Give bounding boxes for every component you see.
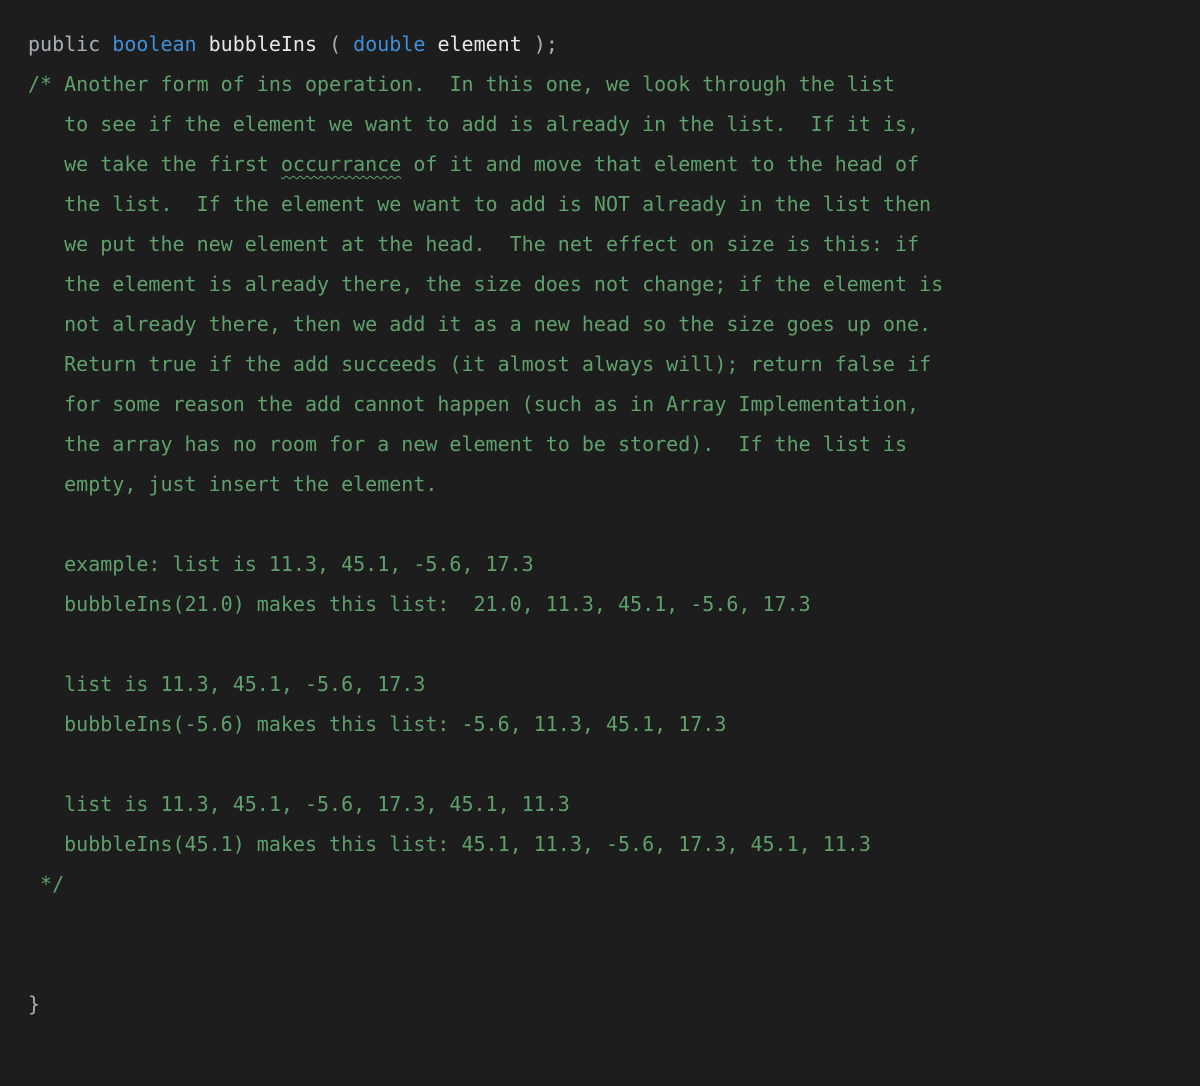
comment-line: we take the first xyxy=(28,152,281,176)
comment-open: /* xyxy=(28,72,64,96)
comment-line: empty, just insert the element. xyxy=(28,472,437,496)
spellcheck-warning: occurrance xyxy=(281,152,401,176)
comment-line: Return true if the add succeeds (it almo… xyxy=(28,352,931,376)
comment-line: bubbleIns(45.1) makes this list: 45.1, 1… xyxy=(28,832,871,856)
lparen: ( xyxy=(329,32,341,56)
comment-close: */ xyxy=(28,872,64,896)
keyword-double: double xyxy=(353,32,425,56)
comment-line: the element is already there, the size d… xyxy=(28,272,943,296)
comment-line: list is 11.3, 45.1, -5.6, 17.3, 45.1, 11… xyxy=(28,792,570,816)
code-block: public boolean bubbleIns ( double elemen… xyxy=(0,0,1200,1048)
comment-line: to see if the element we want to add is … xyxy=(28,112,919,136)
semicolon: ; xyxy=(546,32,558,56)
comment-line: for some reason the add cannot happen (s… xyxy=(28,392,919,416)
comment-line: we put the new element at the head. The … xyxy=(28,232,919,256)
keyword-boolean: boolean xyxy=(112,32,196,56)
comment-line: the array has no room for a new element … xyxy=(28,432,907,456)
param-name: element xyxy=(437,32,521,56)
comment-line: Another form of ins operation. In this o… xyxy=(64,72,895,96)
comment-line: bubbleIns(-5.6) makes this list: -5.6, 1… xyxy=(28,712,726,736)
close-brace: } xyxy=(28,992,40,1016)
comment-line: bubbleIns(21.0) makes this list: 21.0, 1… xyxy=(28,592,811,616)
rparen: ) xyxy=(534,32,546,56)
comment-line: not already there, then we add it as a n… xyxy=(28,312,931,336)
comment-line: of it and move that element to the head … xyxy=(401,152,919,176)
method-name: bubbleIns xyxy=(209,32,317,56)
comment-line: the list. If the element we want to add … xyxy=(28,192,931,216)
comment-line: example: list is 11.3, 45.1, -5.6, 17.3 xyxy=(28,552,534,576)
keyword-public: public xyxy=(28,32,100,56)
comment-line: list is 11.3, 45.1, -5.6, 17.3 xyxy=(28,672,425,696)
